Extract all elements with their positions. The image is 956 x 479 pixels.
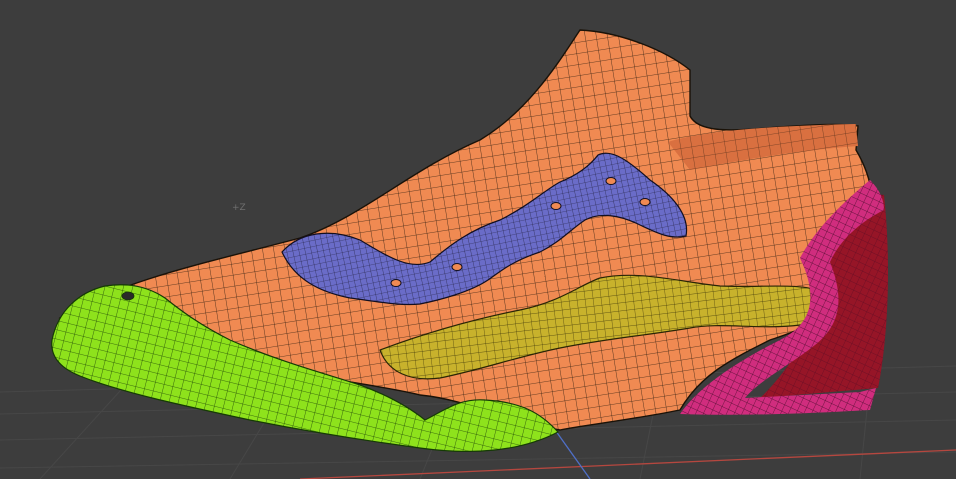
axis-label: +Z xyxy=(232,203,246,213)
viewport-canvas[interactable] xyxy=(0,0,956,479)
3d-viewport[interactable]: +Z xyxy=(0,0,956,479)
x-axis-line xyxy=(299,449,956,479)
toe-vent-hole xyxy=(121,291,135,301)
